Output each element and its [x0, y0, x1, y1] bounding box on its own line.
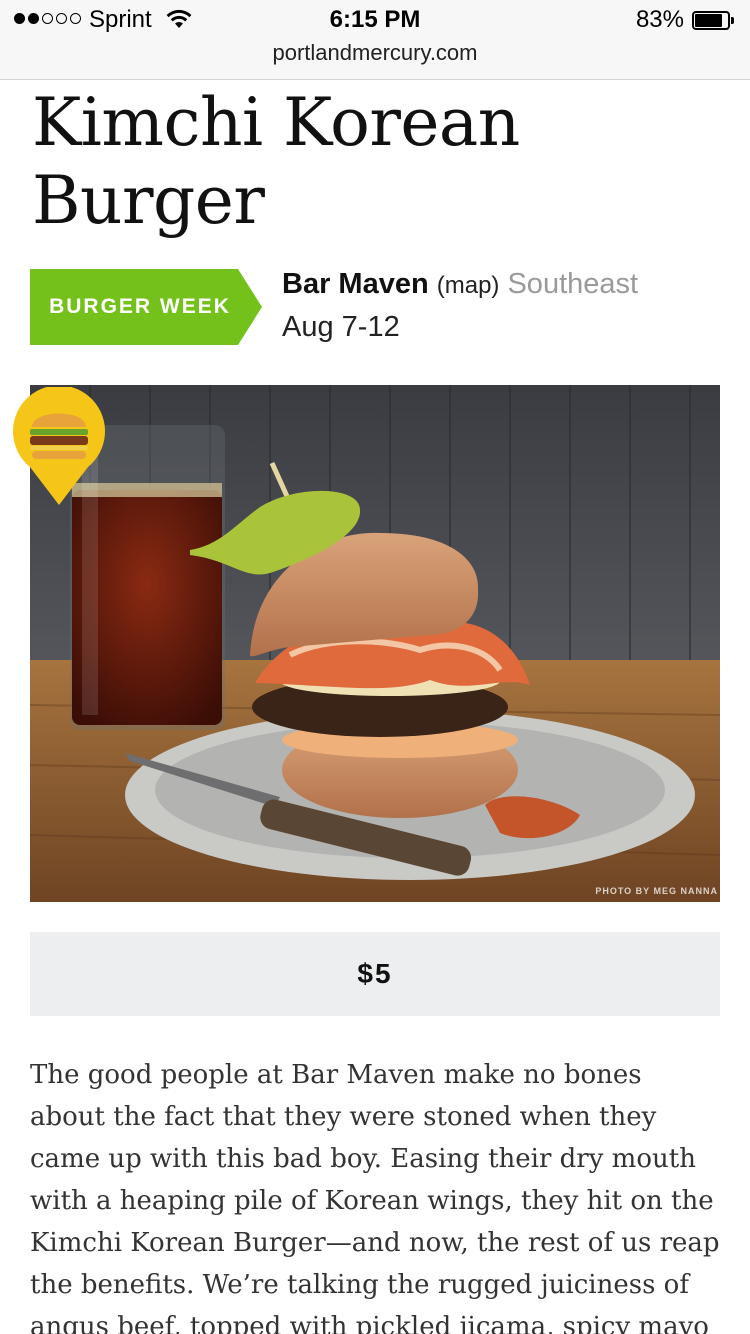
tag-label: BURGER WEEK	[49, 295, 231, 318]
battery-icon	[692, 11, 736, 30]
map-link[interactable]: (map)	[437, 272, 500, 299]
battery-percent: 83%	[635, 6, 684, 33]
photo-credit: PHOTO BY MEG NANNA	[595, 886, 718, 896]
browser-top-bar: Sprint 6:15 PM 83% portlandmercury.com	[0, 0, 750, 80]
burger-photo: PHOTO BY MEG NANNA	[30, 385, 720, 902]
status-bar: Sprint 6:15 PM 83%	[0, 0, 750, 40]
burger-week-tag[interactable]: BURGER WEEK	[30, 269, 262, 345]
article-body: The good people at Bar Maven make no bon…	[30, 1060, 720, 1334]
price-bar: $5	[30, 932, 720, 1016]
venue-line: Bar Maven (map) Southeast	[282, 268, 638, 301]
event-dates: Aug 7-12	[282, 311, 400, 343]
url-bar[interactable]: portlandmercury.com	[0, 40, 750, 66]
burger-pin-icon[interactable]	[10, 387, 108, 505]
page-title: Kimchi Korean Burger	[32, 84, 520, 239]
venue-name[interactable]: Bar Maven	[282, 268, 429, 300]
venue-area[interactable]: Southeast	[507, 268, 638, 300]
